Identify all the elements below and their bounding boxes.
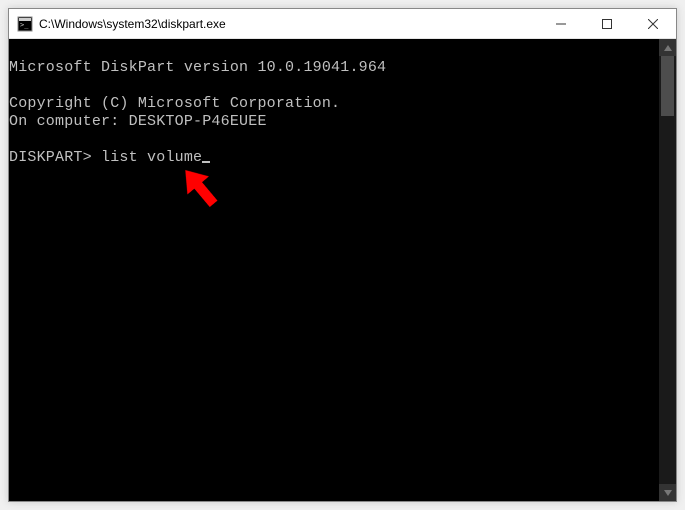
maximize-button[interactable] — [584, 9, 630, 38]
scroll-thumb[interactable] — [661, 56, 674, 116]
console-line: Copyright (C) Microsoft Corporation. — [9, 95, 659, 113]
command-text: list volume — [101, 149, 202, 166]
client-area: Microsoft DiskPart version 10.0.19041.96… — [9, 39, 676, 501]
console-line: Microsoft DiskPart version 10.0.19041.96… — [9, 59, 659, 77]
window-title: C:\Windows\system32\diskpart.exe — [39, 17, 538, 31]
diskpart-window: >_ C:\Windows\system32\diskpart.exe Micr… — [9, 9, 676, 501]
window-controls — [538, 9, 676, 38]
titlebar[interactable]: >_ C:\Windows\system32\diskpart.exe — [9, 9, 676, 39]
minimize-button[interactable] — [538, 9, 584, 38]
console-line — [9, 41, 659, 59]
prompt-line[interactable]: DISKPART> list volume — [9, 149, 659, 167]
scroll-track[interactable] — [659, 56, 676, 484]
scroll-up-arrow-icon[interactable] — [659, 39, 676, 56]
console-line — [9, 131, 659, 149]
prompt-text: DISKPART> — [9, 149, 92, 166]
scroll-down-arrow-icon[interactable] — [659, 484, 676, 501]
vertical-scrollbar[interactable] — [659, 39, 676, 501]
console-output[interactable]: Microsoft DiskPart version 10.0.19041.96… — [9, 39, 659, 501]
svg-text:>_: >_ — [20, 21, 29, 29]
console-line — [9, 77, 659, 95]
cursor — [202, 161, 210, 163]
app-icon: >_ — [17, 16, 33, 32]
close-button[interactable] — [630, 9, 676, 38]
console-line: On computer: DESKTOP-P46EUEE — [9, 113, 659, 131]
